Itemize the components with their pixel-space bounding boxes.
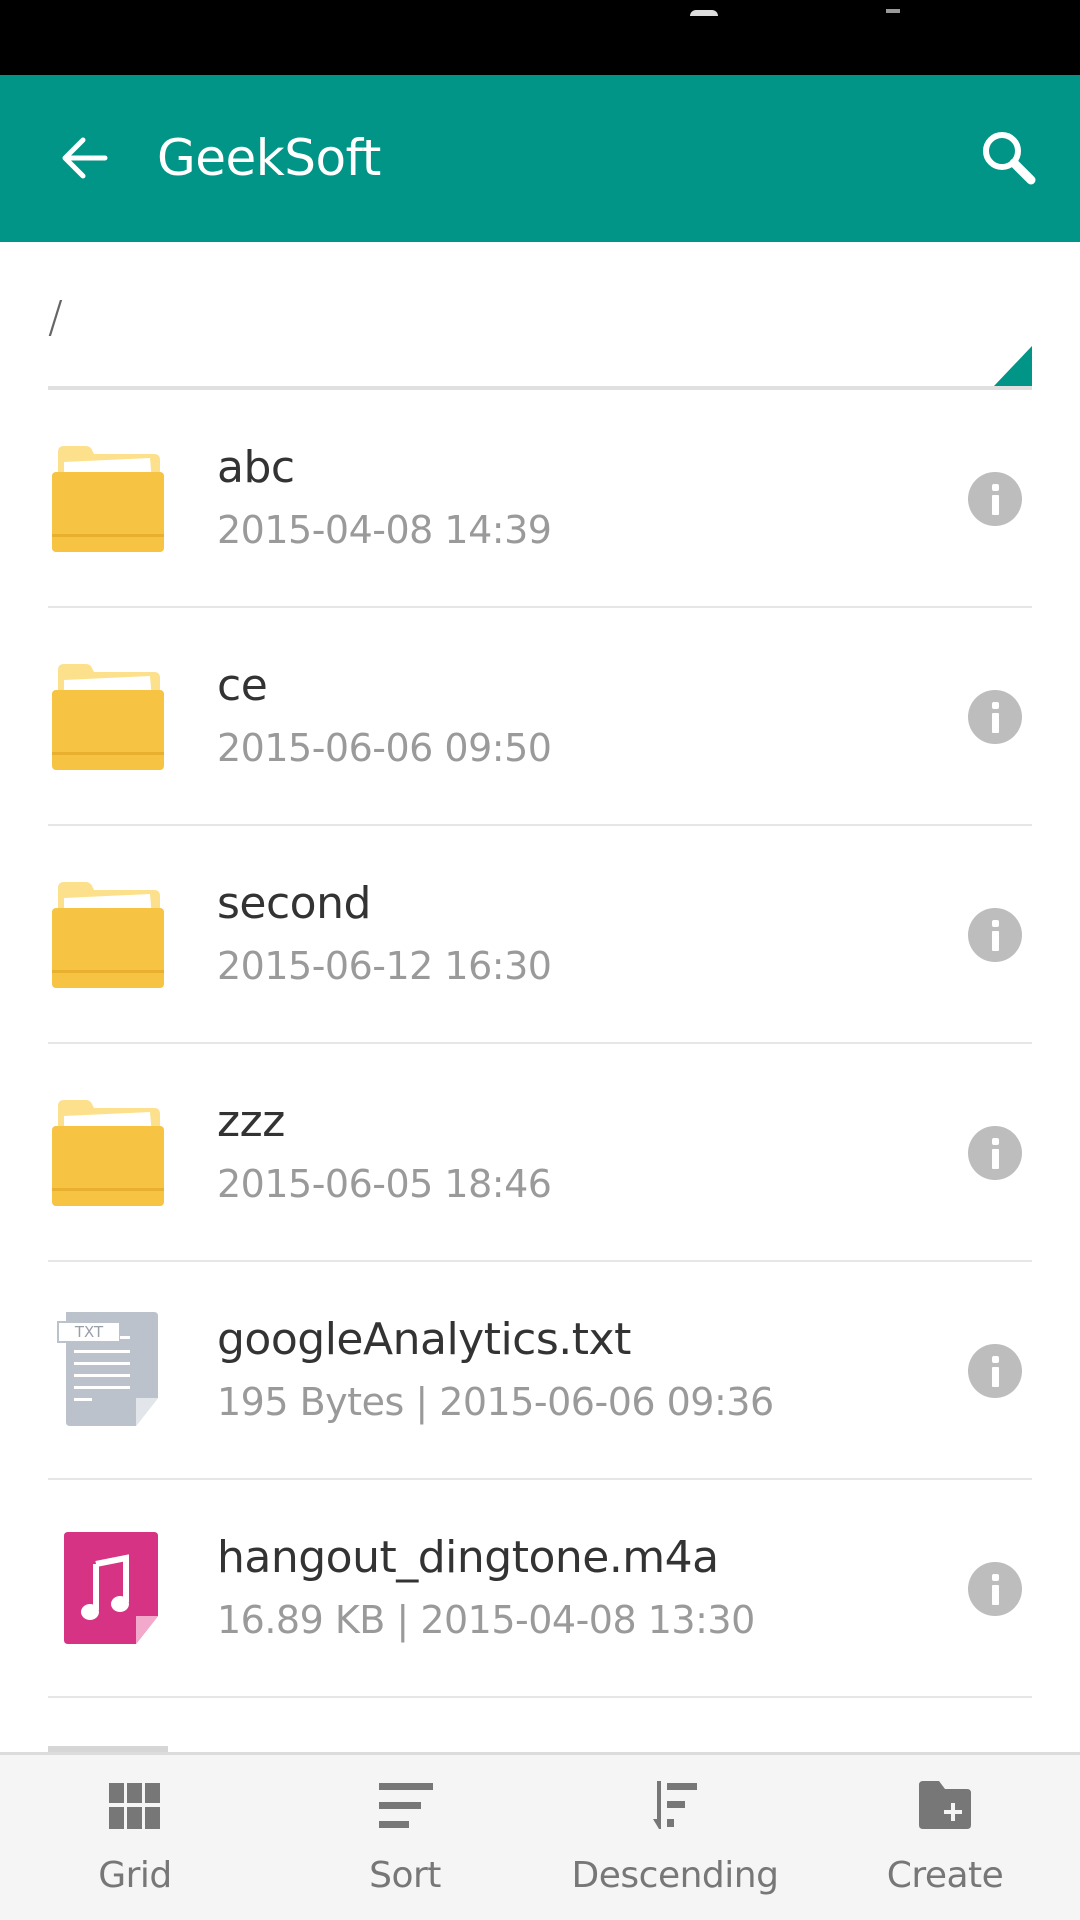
list-item-folder[interactable]: abc 2015-04-08 14:39 [0, 390, 1080, 608]
info-icon[interactable] [968, 472, 1022, 526]
app-title: GeekSoft [157, 129, 381, 187]
file-name: ce [217, 660, 268, 711]
file-meta: 16.89 KB | 2015-04-08 13:30 [217, 1598, 755, 1642]
folder-icon [50, 438, 166, 558]
bottom-toolbar: Grid Sort Descending Create [0, 1752, 1080, 1920]
file-meta: 2015-06-06 09:50 [217, 726, 552, 770]
create-folder-icon [919, 1781, 971, 1829]
list-item-file[interactable]: hangout_dingtone.m4a 16.89 KB | 2015-04-… [0, 1480, 1080, 1698]
file-meta: 195 Bytes | 2015-06-06 09:36 [217, 1380, 774, 1424]
list-item-folder[interactable]: second 2015-06-12 16:30 [0, 826, 1080, 1044]
file-meta: 2015-04-08 14:39 [217, 508, 552, 552]
file-meta: 2015-06-12 16:30 [217, 944, 552, 988]
create-label: Create [886, 1855, 1004, 1896]
status-icon [886, 9, 900, 13]
status-bar [0, 0, 1080, 75]
list-item-folder[interactable]: ce 2015-06-06 09:50 [0, 608, 1080, 826]
search-button[interactable] [972, 121, 1046, 195]
descending-label: Descending [571, 1855, 779, 1896]
sort-icon [379, 1783, 433, 1828]
app-bar: GeekSoft [0, 75, 1080, 242]
create-button[interactable]: Create [810, 1755, 1080, 1920]
sort-descending-icon [653, 1781, 697, 1829]
grid-label: Grid [98, 1855, 172, 1896]
file-name: abc [217, 442, 295, 493]
info-icon[interactable] [968, 690, 1022, 744]
file-name: hangout_dingtone.m4a [217, 1532, 719, 1583]
path-dropdown-indicator[interactable] [994, 346, 1032, 386]
sort-label: Sort [369, 1855, 441, 1896]
info-icon[interactable] [968, 1344, 1022, 1398]
audio-file-icon [50, 1528, 166, 1648]
path-bar[interactable]: / [48, 242, 1032, 392]
current-path: / [48, 292, 63, 343]
grid-icon [109, 1783, 160, 1829]
info-icon[interactable] [968, 908, 1022, 962]
file-meta: 2015-06-05 18:46 [217, 1162, 552, 1206]
folder-icon [50, 874, 166, 994]
file-name: second [217, 878, 371, 929]
text-file-icon: TXT [50, 1310, 166, 1430]
folder-icon [50, 1092, 166, 1212]
list-item-folder[interactable]: zzz 2015-06-05 18:46 [0, 1044, 1080, 1262]
sort-button[interactable]: Sort [270, 1755, 540, 1920]
info-icon[interactable] [968, 1126, 1022, 1180]
file-list: abc 2015-04-08 14:39 ce 2015-06-06 09:50 [0, 390, 1080, 1698]
search-icon [983, 132, 1036, 185]
descending-button[interactable]: Descending [540, 1755, 810, 1920]
status-icon [690, 10, 718, 16]
txt-badge: TXT [74, 1323, 104, 1341]
info-icon[interactable] [968, 1562, 1022, 1616]
folder-icon [50, 656, 166, 776]
back-button[interactable] [52, 127, 118, 189]
divider [48, 1696, 1032, 1698]
grid-button[interactable]: Grid [0, 1755, 270, 1920]
file-name: googleAnalytics.txt [217, 1314, 631, 1365]
file-name: zzz [217, 1096, 285, 1147]
arrow-left-icon [62, 137, 108, 179]
list-item-file[interactable]: TXT googleAnalytics.txt 195 Bytes | 2015… [0, 1262, 1080, 1480]
